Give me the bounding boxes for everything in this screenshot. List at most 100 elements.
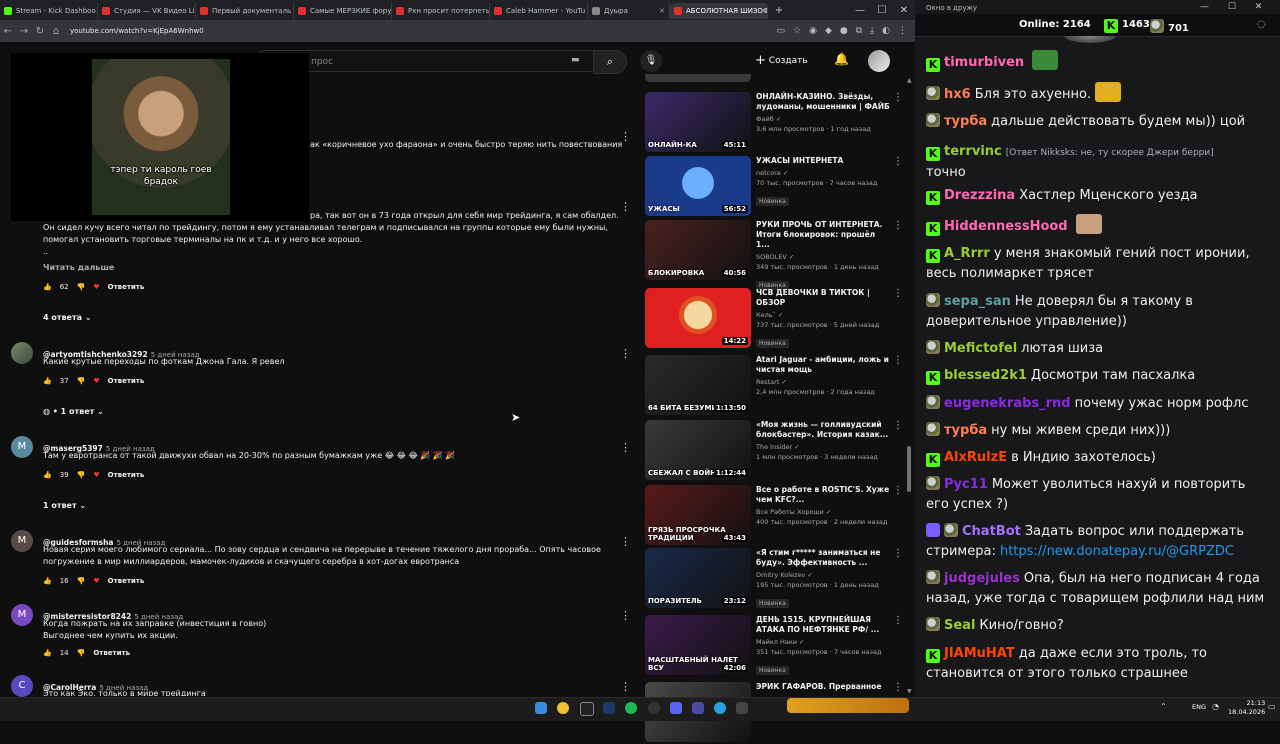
obs-icon[interactable] xyxy=(648,702,660,714)
maximize-button[interactable]: ☐ xyxy=(871,5,893,16)
recommended-video[interactable]: ГРЯЗЬ ПРОСРОЧКА ТРАДИЦИИ43:43Все о работ… xyxy=(645,485,905,547)
video-title[interactable]: РУКИ ПРОЧЬ ОТ ИНТЕРНЕТА. xyxy=(756,220,891,230)
reply-button[interactable]: Ответить xyxy=(93,649,130,657)
discord-icon[interactable] xyxy=(670,702,682,714)
video-title[interactable]: ЧСВ ДЕВОЧКИ В ТИКТОК | xyxy=(756,288,891,298)
microphone-icon[interactable]: 🎙 xyxy=(640,50,662,72)
extensions-puzzle-icon[interactable]: ⧉ xyxy=(856,26,862,36)
avatar[interactable]: M xyxy=(11,530,33,552)
video-thumbnail[interactable]: УЖАСЫ56:52 xyxy=(645,156,751,216)
comment-menu-icon[interactable]: ⋮ xyxy=(620,441,631,454)
settings-gear-icon[interactable]: ◌ xyxy=(1257,19,1266,30)
video-title[interactable]: «Я стим г***** заниматься не xyxy=(756,548,891,558)
chat-username[interactable]: sepa_san xyxy=(944,294,1011,309)
close-window-button[interactable]: ✕ xyxy=(893,5,915,16)
reload-icon[interactable]: ↻ xyxy=(32,26,48,37)
chat-username[interactable]: JIAMuHAT xyxy=(944,646,1015,661)
video-menu-icon[interactable]: ⋮ xyxy=(893,682,903,693)
avatar[interactable]: C xyxy=(11,675,33,697)
video-title[interactable]: ЭРИК ГАФАРОВ. Прерванное xyxy=(756,682,891,692)
read-more-link[interactable]: Читать дальше xyxy=(43,262,114,274)
reply-button[interactable]: Ответить xyxy=(108,283,145,291)
search-button[interactable]: ⌕ xyxy=(593,50,627,74)
minimize-button[interactable]: — xyxy=(849,5,871,16)
chat-username[interactable]: hx6 xyxy=(944,87,971,102)
video-title[interactable]: чистая мощь xyxy=(756,365,891,375)
video-title[interactable]: УЖАСЫ ИНТЕРНЕТА xyxy=(756,156,891,166)
video-title[interactable]: «Моя жизнь — голливудский xyxy=(756,420,891,430)
chat-window-controls[interactable]: — ☐ ✕ xyxy=(1200,2,1270,12)
notifications-bell-icon[interactable]: 🔔 xyxy=(834,52,849,66)
chat-link[interactable]: https://new.donatepay.ru/@GRPZDC xyxy=(1000,544,1234,559)
like-icon[interactable]: 👍 xyxy=(43,377,52,385)
reply-button[interactable]: Ответить xyxy=(108,577,145,585)
reply-button[interactable]: Ответить xyxy=(108,471,145,479)
avatar[interactable]: M xyxy=(11,436,33,458)
replies-toggle[interactable]: 4 ответа ⌄ xyxy=(43,313,92,322)
browser-tab[interactable]: Рхн просит потерпеть✕ xyxy=(392,3,490,19)
start-windows-icon[interactable] xyxy=(535,702,547,714)
channel-name[interactable]: Dmitry Kolezev xyxy=(756,571,805,579)
channel-name[interactable]: SOBOLEV xyxy=(756,253,787,261)
channel-name[interactable]: netcore xyxy=(756,169,781,177)
video-title[interactable]: блокбастер». История казак... xyxy=(756,430,891,440)
video-thumbnail[interactable]: БЛОКИРОВКА40:56 xyxy=(645,220,751,280)
app-icon[interactable] xyxy=(580,702,594,716)
chat-username[interactable]: HiddennessHood xyxy=(944,219,1068,234)
video-title[interactable]: чем KFC?... xyxy=(756,495,891,505)
recommended-video[interactable]: ОНЛАЙН-КА45:11 ОНЛАЙН-КАЗИНО. Звёзды,лудо… xyxy=(645,92,905,154)
channel-name[interactable]: Файб xyxy=(756,115,774,123)
comment-menu-icon[interactable]: ⋮ xyxy=(620,680,631,693)
video-menu-icon[interactable]: ⋮ xyxy=(893,220,903,231)
notification-icon[interactable]: ▭ xyxy=(1268,702,1276,711)
browser-tab[interactable]: Самые МЕРЗКИЕ фору✕ xyxy=(294,3,392,19)
dislike-icon[interactable]: 👎 xyxy=(77,577,86,585)
telegram-icon[interactable] xyxy=(714,702,726,714)
chat-username[interactable]: Drezzzina xyxy=(944,188,1015,203)
language-indicator[interactable]: ENG xyxy=(1192,703,1206,711)
recommended-video[interactable]: УЖАСЫ56:52УЖАСЫ ИНТЕРНЕТАnetcore ✓70 тыс… xyxy=(645,156,905,218)
avatar[interactable] xyxy=(11,342,33,364)
recommended-video[interactable]: ПОРАЗИТЕЛЬ23:12«Я стим г***** заниматься… xyxy=(645,548,905,610)
video-title[interactable]: Atari Jaguar - амбиции, ложь и xyxy=(756,355,891,365)
dislike-icon[interactable]: 👎 xyxy=(77,283,86,291)
video-menu-icon[interactable]: ⋮ xyxy=(893,288,903,299)
mini-player-video[interactable] xyxy=(92,59,230,215)
replies-toggle[interactable]: ◍ • 1 ответ ⌄ xyxy=(43,407,104,416)
chat-username[interactable]: турба xyxy=(944,423,987,438)
replies-toggle[interactable]: 1 ответ ⌄ xyxy=(43,501,86,510)
video-menu-icon[interactable]: ⋮ xyxy=(893,355,903,366)
channel-name[interactable]: Restart xyxy=(756,378,779,386)
game-overlay-bar[interactable] xyxy=(787,698,909,713)
video-thumbnail[interactable]: МАСШТАБНЫЙ НАЛЕТ ВСУ42:06 xyxy=(645,615,751,675)
avatar[interactable] xyxy=(868,50,890,72)
dislike-icon[interactable]: 👎 xyxy=(77,649,86,657)
chat-username[interactable]: ChatBot xyxy=(962,524,1021,539)
recommended-video[interactable]: 14:22ЧСВ ДЕВОЧКИ В ТИКТОК |ОБЗОРКельˇ ✓7… xyxy=(645,288,905,350)
back-icon[interactable]: ← xyxy=(0,26,16,37)
chat-username[interactable]: турба xyxy=(944,114,987,129)
video-menu-icon[interactable]: ⋮ xyxy=(893,485,903,496)
video-thumbnail[interactable]: 14:22 xyxy=(645,288,751,348)
video-title[interactable]: ОНЛАЙН-КАЗИНО. Звёзды, xyxy=(756,92,891,102)
video-menu-icon[interactable]: ⋮ xyxy=(893,156,903,167)
recommended-video[interactable]: 64 БИТА БЕЗУМИЯ1:13:50 Atari Jaguar - амб… xyxy=(645,355,905,417)
recommended-video[interactable]: БЛОКИРОВКА40:56РУКИ ПРОЧЬ ОТ ИНТЕРНЕТА.И… xyxy=(645,220,905,282)
video-title[interactable]: лудоманы, мошенники | ФАЙБ xyxy=(756,102,891,112)
comment-menu-icon[interactable]: ⋮ xyxy=(620,130,631,143)
video-thumbnail[interactable]: ОНЛАЙН-КА45:11 xyxy=(645,92,751,152)
video-title[interactable]: АТАКА ПО НЕФТЯНКЕ РФ/ ... xyxy=(756,625,891,635)
like-icon[interactable]: 👍 xyxy=(43,649,52,657)
like-icon[interactable]: 👍 xyxy=(43,577,52,585)
app-icon[interactable] xyxy=(736,702,748,714)
menu-icon[interactable]: ⋮ xyxy=(898,26,907,36)
chat-username[interactable]: Рус11 xyxy=(944,477,988,492)
video-menu-icon[interactable]: ⋮ xyxy=(893,420,903,431)
system-clock[interactable]: 21:1318.04.2026 xyxy=(1228,699,1265,717)
video-thumbnail[interactable]: 64 БИТА БЕЗУМИЯ1:13:50 xyxy=(645,355,751,415)
video-title[interactable]: ОБЗОР xyxy=(756,298,891,308)
avatar[interactable]: M xyxy=(11,604,33,626)
browser-tab[interactable]: Caleb Hammer - YouTu✕ xyxy=(490,3,588,19)
network-icon[interactable]: ◔ xyxy=(1212,702,1219,711)
keyboard-icon[interactable]: ▬ xyxy=(571,55,580,65)
